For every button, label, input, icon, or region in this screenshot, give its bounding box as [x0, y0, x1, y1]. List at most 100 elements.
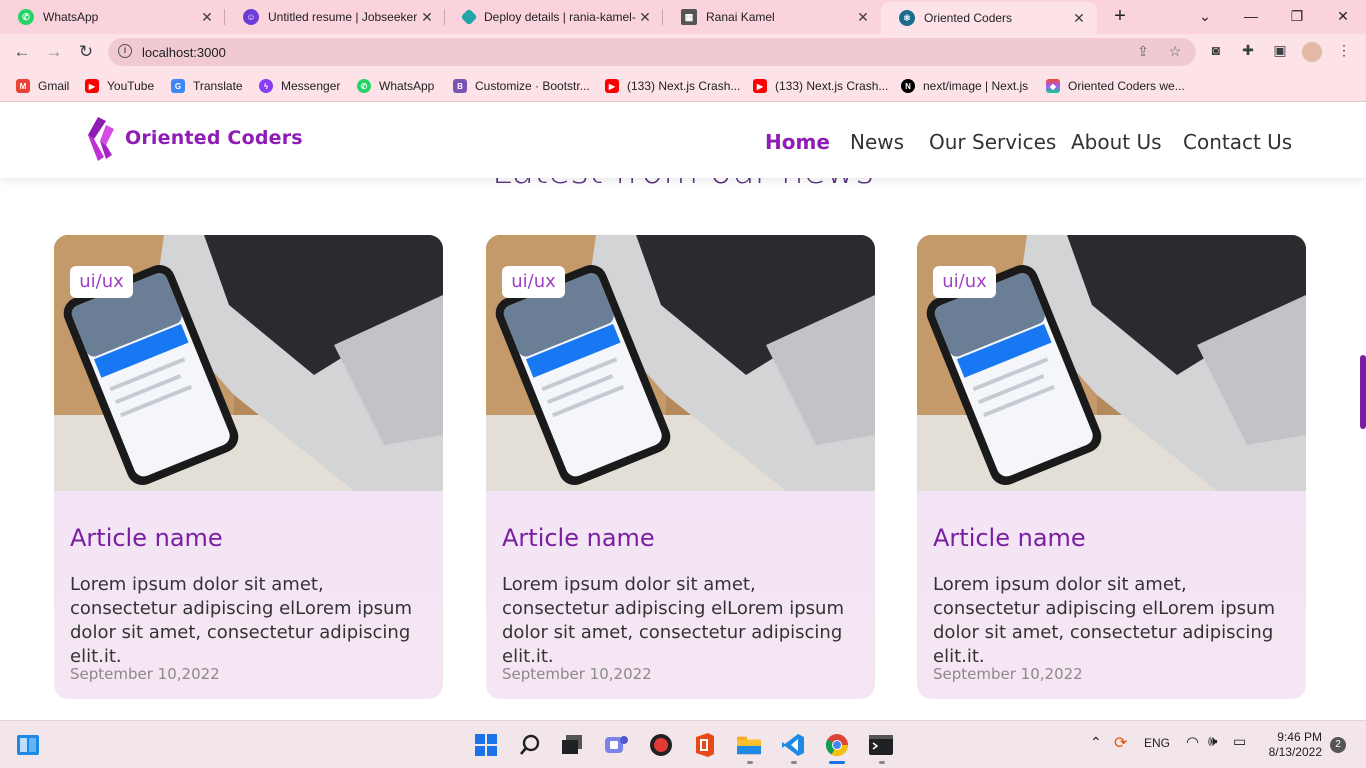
nav-home[interactable]: Home: [765, 130, 830, 154]
system-clock[interactable]: 9:46 PM 8/13/2022: [1262, 730, 1322, 760]
task-view-icon[interactable]: [561, 733, 585, 757]
youtube-icon: ▶: [753, 79, 767, 93]
whatsapp-icon: ✆: [357, 79, 371, 93]
reload-button[interactable]: ↻: [74, 40, 98, 64]
bookmark-gmail[interactable]: M Gmail: [16, 77, 69, 95]
share-icon[interactable]: ⇪: [1134, 43, 1152, 61]
bookmark-oriented-coders-figma[interactable]: ◆ Oriented Coders we...: [1046, 77, 1185, 95]
bookmark-messenger[interactable]: ϟ Messenger: [259, 77, 340, 95]
bookmark-label: Gmail: [38, 79, 70, 93]
close-icon[interactable]: ✕: [855, 9, 871, 26]
tab-title: Untitled resume | Jobseeker: [268, 10, 418, 24]
bookmark-bootstrap[interactable]: B Customize · Bootstr...: [453, 77, 590, 95]
bookmark-label: WhatsApp: [379, 79, 435, 93]
tab-title: Ranai Kamel: [706, 10, 775, 24]
vscode-icon[interactable]: [781, 733, 805, 757]
clock-date: 8/13/2022: [1268, 745, 1322, 759]
restore-button[interactable]: ❐: [1285, 4, 1309, 28]
show-hidden-icons-chevron-icon[interactable]: ⌃: [1090, 734, 1102, 751]
bookmark-star-icon[interactable]: ☆: [1166, 43, 1184, 61]
logo-mark-icon[interactable]: [84, 115, 118, 163]
minimize-button[interactable]: —: [1239, 4, 1263, 28]
logo-text[interactable]: Oriented Coders: [125, 127, 303, 149]
bookmark-whatsapp[interactable]: ✆ WhatsApp: [357, 77, 434, 95]
article-description: Lorem ipsum dolor sit amet, consectetur …: [502, 574, 844, 667]
close-icon[interactable]: ✕: [199, 9, 215, 26]
close-icon[interactable]: ✕: [1071, 10, 1087, 27]
profile-avatar[interactable]: [1302, 42, 1322, 62]
forward-button[interactable]: →: [42, 40, 66, 64]
nav-about-us[interactable]: About Us: [1071, 130, 1162, 154]
chrome-icon[interactable]: [825, 733, 849, 757]
back-button[interactable]: ←: [10, 40, 34, 64]
input-language[interactable]: ENG: [1144, 736, 1170, 750]
tab-search-chevron-icon[interactable]: ⌄: [1193, 4, 1217, 28]
new-tab-button[interactable]: +: [1108, 5, 1132, 29]
close-icon[interactable]: ✕: [419, 9, 435, 26]
running-indicator: [747, 761, 753, 764]
nav-our-services[interactable]: Our Services: [929, 130, 1056, 154]
onedrive-sync-icon[interactable]: ⟳: [1114, 733, 1127, 753]
tab-jobseeker[interactable]: ☺ Untitled resume | Jobseeker ✕: [225, 0, 445, 34]
widgets-icon[interactable]: [16, 733, 40, 757]
url-text: localhost:3000: [142, 45, 226, 60]
tab-ranai-kamel[interactable]: ▦ Ranai Kamel ✕: [663, 0, 881, 34]
article-card[interactable]: ui/ux Article name Lorem ipsum dolor sit…: [486, 235, 875, 699]
whatsapp-icon: ✆: [18, 9, 34, 25]
site-info-icon[interactable]: i: [118, 44, 132, 58]
battery-icon[interactable]: ▭: [1233, 733, 1246, 750]
recorder-icon[interactable]: [649, 733, 673, 757]
office-icon[interactable]: [693, 733, 717, 757]
terminal-icon[interactable]: [869, 733, 893, 757]
close-window-button[interactable]: ✕: [1331, 4, 1355, 28]
tab-title: WhatsApp: [43, 10, 99, 24]
tab-whatsapp[interactable]: ✆ WhatsApp ✕: [0, 0, 225, 34]
notification-badge[interactable]: 2: [1330, 737, 1346, 753]
tab-deploy-details[interactable]: Deploy details | rania-kamel- ✕: [445, 0, 663, 34]
article-title[interactable]: Article name: [502, 524, 655, 552]
menu-kebab-icon[interactable]: ⋮: [1334, 42, 1354, 62]
nextjs-icon: N: [901, 79, 915, 93]
article-title[interactable]: Article name: [70, 524, 223, 552]
side-panel-icon[interactable]: ▣: [1270, 42, 1290, 62]
react-icon: ⚛: [899, 10, 915, 26]
bookmark-nextjs-crash-1[interactable]: ▶ (133) Next.js Crash...: [605, 77, 740, 95]
translate-icon: G: [171, 79, 185, 93]
active-indicator: [829, 761, 845, 764]
extensions-puzzle-icon[interactable]: ✚: [1238, 42, 1258, 62]
youtube-icon: ▶: [605, 79, 619, 93]
browser-toolbar: ← → ↻ i localhost:3000 ⇪ ☆ ◙ ✚ ▣ ⋮: [0, 34, 1366, 70]
screenshot-extension-icon[interactable]: ◙: [1206, 42, 1226, 62]
tab-oriented-coders[interactable]: ⚛ Oriented Coders ✕: [881, 2, 1097, 34]
file-explorer-icon[interactable]: [737, 733, 761, 757]
article-card[interactable]: ui/ux Article name Lorem ipsum dolor sit…: [54, 235, 443, 699]
bookmark-translate[interactable]: G Translate: [171, 77, 243, 95]
teams-icon[interactable]: [605, 733, 629, 757]
search-icon[interactable]: [518, 733, 542, 757]
page-scrollbar[interactable]: [1360, 355, 1366, 429]
category-badge[interactable]: ui/ux: [933, 266, 996, 298]
bookmark-label: YouTube: [107, 79, 155, 93]
bookmark-nextjs-crash-2[interactable]: ▶ (133) Next.js Crash...: [753, 77, 888, 95]
category-badge[interactable]: ui/ux: [502, 266, 565, 298]
volume-icon[interactable]: 🕪: [1208, 733, 1217, 750]
bookmark-youtube[interactable]: ▶ YouTube: [85, 77, 154, 95]
category-badge[interactable]: ui/ux: [70, 266, 133, 298]
netlify-icon: [460, 8, 478, 26]
page-viewport: Latest from our news Oriented Coders Hom…: [0, 103, 1366, 720]
portfolio-icon: ▦: [681, 9, 697, 25]
bookmarks-bar: M Gmail ▶ YouTube G Translate ϟ Messenge…: [0, 70, 1366, 102]
article-date: September 10,2022: [933, 665, 1083, 683]
address-bar[interactable]: i localhost:3000 ⇪ ☆: [108, 38, 1196, 66]
nav-news[interactable]: News: [850, 130, 904, 154]
windows-start-icon[interactable]: [474, 733, 498, 757]
article-description: Lorem ipsum dolor sit amet, consectetur …: [70, 574, 412, 667]
nav-contact-us[interactable]: Contact Us: [1183, 130, 1292, 154]
article-title[interactable]: Article name: [933, 524, 1086, 552]
figma-icon: ◆: [1046, 79, 1060, 93]
wifi-icon[interactable]: ◠: [1186, 733, 1199, 751]
bookmark-label: Customize · Bootstr...: [475, 79, 590, 93]
article-card[interactable]: ui/ux Article name Lorem ipsum dolor sit…: [917, 235, 1306, 699]
close-icon[interactable]: ✕: [637, 9, 653, 26]
bookmark-next-image[interactable]: N next/image | Next.js: [901, 77, 1028, 95]
